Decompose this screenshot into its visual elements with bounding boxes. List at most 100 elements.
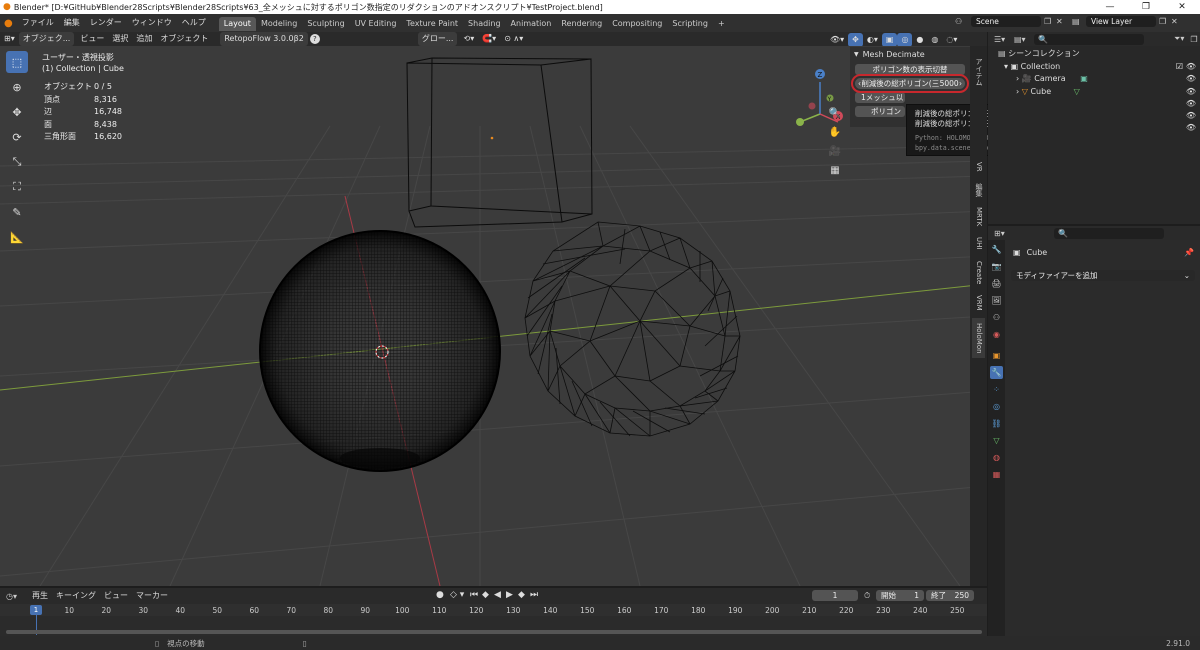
cursor-tool-icon[interactable]: ⊕ [6, 76, 28, 98]
increment-arrow-icon[interactable]: › [959, 78, 962, 89]
menu-window[interactable]: ウィンドウ [127, 14, 177, 32]
record-icon[interactable]: ● [436, 590, 450, 600]
new-view-layer-icon[interactable]: ❐ [1159, 17, 1171, 26]
properties-search-input[interactable]: 🔍 [1054, 227, 1164, 239]
menu-view[interactable]: ビュー [76, 32, 108, 46]
outliner-row[interactable]: 👁 [988, 98, 1200, 111]
add-workspace-button[interactable]: + [713, 17, 730, 31]
start-frame-field[interactable]: 開始 1 [876, 590, 924, 601]
row-visibility-icon[interactable]: 👁 [1186, 110, 1196, 123]
tab-edit[interactable]: 編集 [972, 180, 985, 200]
rendered-shading-icon[interactable]: ◌▾ [942, 33, 961, 47]
tab-shading[interactable]: Shading [463, 17, 506, 31]
scene-props-icon[interactable]: ⚇ [990, 311, 1003, 324]
ortho-grid-icon[interactable]: ▦ [826, 161, 844, 180]
view-layer-props-icon[interactable]: 🖼 [990, 294, 1003, 307]
overlay-toggle-icon[interactable]: ◐▾ [863, 33, 882, 47]
minimize-button[interactable]: — [1092, 0, 1128, 14]
render-props-icon[interactable]: 📷 [990, 260, 1003, 273]
scene-icon[interactable]: ⚇ [955, 17, 971, 26]
world-props-icon[interactable]: ◉ [990, 328, 1003, 341]
physics-props-icon[interactable]: ◎ [990, 400, 1003, 413]
tab-scripting[interactable]: Scripting [667, 17, 713, 31]
outliner-row-cube[interactable]: › ▽ Cube ▽ 👁 [988, 86, 1200, 99]
menu-playback[interactable]: 再生 [28, 589, 52, 603]
menu-keying[interactable]: キーイング [52, 589, 100, 603]
outliner-row-collection[interactable]: ▾ ▣ Collection ☑ 👁 [988, 61, 1200, 74]
outliner-search-input[interactable]: 🔍 [1034, 33, 1144, 45]
pan-hand-icon[interactable]: ✋ [826, 123, 844, 142]
display-mode-icon[interactable]: ▤▾ [1014, 35, 1030, 44]
data-props-icon[interactable]: ▽ [990, 434, 1003, 447]
menu-marker[interactable]: マーカー [132, 589, 172, 603]
particle-props-icon[interactable]: ⁘ [990, 383, 1003, 396]
modifier-props-icon[interactable]: 🔧 [990, 366, 1003, 379]
new-scene-icon[interactable]: ❐ [1044, 17, 1056, 26]
row-visibility-icon[interactable]: 👁 [1186, 122, 1196, 135]
outliner-row-camera[interactable]: › 🎥 Camera ▣ 👁 [988, 73, 1200, 86]
xray-icon[interactable]: ▣ [881, 33, 898, 47]
wireframe-shading-icon[interactable]: ◎ [897, 33, 913, 47]
tab-sculpting[interactable]: Sculpting [302, 17, 349, 31]
view-layer-icon[interactable]: ▤ [1072, 17, 1086, 26]
jump-start-icon[interactable]: ⏮ [470, 590, 482, 600]
zoom-icon[interactable]: 🔍 [826, 104, 844, 123]
end-frame-field[interactable]: 終了 250 [926, 590, 974, 601]
menu-object[interactable]: オブジェクト [156, 32, 212, 46]
move-tool-icon[interactable]: ✥ [6, 101, 28, 123]
menu-select[interactable]: 選択 [108, 32, 132, 46]
poly-button[interactable]: ポリゴン [855, 106, 905, 117]
timeline[interactable]: 1 10 20 30 40 50 60 70 80 90 100 110 120 130 140 150 16… [0, 604, 987, 636]
output-props-icon[interactable]: 🖨 [990, 277, 1003, 290]
timeline-scrollbar[interactable] [6, 630, 982, 634]
timeline-editor-icon[interactable]: ◷▾ [6, 592, 28, 601]
collection-visibility-icon[interactable]: 👁 [1186, 61, 1196, 74]
collection-checkbox[interactable]: ☑ [1176, 61, 1183, 74]
outliner-row[interactable]: 👁 [988, 122, 1200, 135]
camera-view-icon[interactable]: 🎥 [826, 142, 844, 161]
transform-tool-icon[interactable]: ⛶ [6, 176, 28, 198]
annotate-tool-icon[interactable]: ✎ [6, 201, 28, 223]
proportional-edit-icon[interactable]: ⊙ ∧▾ [500, 32, 527, 46]
texture-props-icon[interactable]: ▦ [990, 468, 1003, 481]
rotate-tool-icon[interactable]: ⟳ [6, 126, 28, 148]
play-reverse-icon[interactable]: ◀ [494, 590, 506, 600]
tool-props-icon[interactable]: 🔧 [990, 243, 1003, 256]
prev-keyframe-icon[interactable]: ◆ [482, 590, 494, 600]
tab-vr[interactable]: VR [972, 158, 985, 176]
tab-animation[interactable]: Animation [506, 17, 557, 31]
clock-icon[interactable]: ⏱ [864, 591, 876, 601]
new-collection-icon[interactable]: ❐ [1190, 35, 1197, 44]
solid-shading-icon[interactable]: ● [912, 33, 927, 47]
playhead[interactable]: 1 [30, 605, 42, 615]
play-icon[interactable]: ▶ [506, 590, 518, 600]
tab-rendering[interactable]: Rendering [556, 17, 607, 31]
menu-timeline-view[interactable]: ビュー [100, 589, 132, 603]
menu-help[interactable]: ヘルプ [177, 14, 211, 32]
retopoflow-button[interactable]: RetopoFlow 3.0.0β2 [220, 32, 308, 46]
remove-view-layer-icon[interactable]: ✕ [1171, 17, 1183, 26]
tab-create[interactable]: Create [972, 258, 985, 288]
measure-tool-icon[interactable]: 📐 [6, 226, 28, 248]
visibility-icon[interactable]: 👁▾ [826, 33, 848, 47]
view-layer-field[interactable]: View Layer [1086, 16, 1156, 27]
current-frame-field[interactable]: 1 [812, 590, 858, 601]
tab-texture-paint[interactable]: Texture Paint [401, 17, 463, 31]
keyframe-icon[interactable]: ◇ ▾ [450, 590, 470, 600]
material-props-icon[interactable]: ◍ [990, 451, 1003, 464]
outliner-row[interactable]: 👁 [988, 110, 1200, 123]
tab-modeling[interactable]: Modeling [256, 17, 302, 31]
tab-uv-editing[interactable]: UV Editing [350, 17, 402, 31]
menu-edit[interactable]: 編集 [59, 14, 85, 32]
outliner-editor-icon[interactable]: ☰▾ [994, 35, 1014, 44]
panel-collapse-icon[interactable]: ▼ [854, 51, 859, 58]
camera-visibility-icon[interactable]: 👁 [1186, 73, 1196, 86]
material-shading-icon[interactable]: ◍ [927, 33, 942, 47]
properties-editor-icon[interactable]: ⊞▾ [994, 229, 1014, 238]
tab-uhi[interactable]: UHI [972, 234, 985, 252]
tab-holomon[interactable]: HoloMon [972, 318, 985, 358]
filter-icon[interactable]: ⏷▾ [1174, 34, 1184, 44]
editor-type-icon[interactable]: ⊞▾ [0, 32, 19, 46]
single-mesh-button[interactable]: 1メッシュ以 [855, 92, 905, 103]
3d-viewport[interactable]: Z X Y 🔍 ✋ 🎥 ▦ [0, 46, 987, 586]
